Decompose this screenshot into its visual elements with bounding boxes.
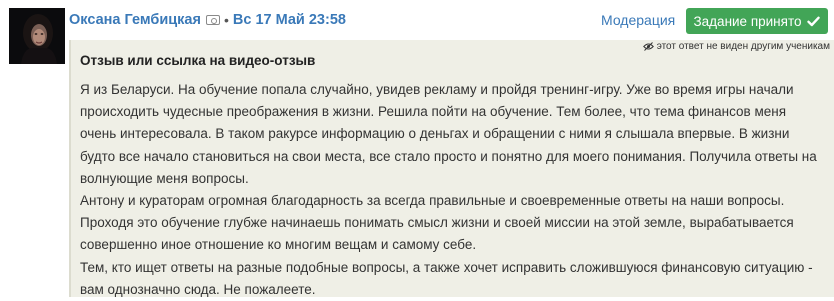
answer-paragraph: Я из Беларуси. На обучение попала случай…	[80, 82, 817, 186]
task-accepted-button[interactable]: Задание принято	[686, 8, 828, 34]
answer-text: Я из Беларуси. На обучение попала случай…	[80, 79, 820, 301]
answer-panel: этот ответ не виден другим ученикам Отзы…	[69, 40, 834, 297]
section-title: Отзыв или ссылка на видео-отзыв	[80, 53, 316, 68]
avatar-photo	[9, 8, 65, 64]
author-name[interactable]: Оксана Гембицкая	[69, 12, 201, 28]
post-date[interactable]: Вс 17 Май 23:58	[233, 12, 346, 28]
checkmark-icon	[807, 16, 821, 27]
answer-paragraph: Тем, кто ищет ответы на разные подобные …	[80, 259, 813, 297]
id-card-icon	[205, 15, 220, 25]
private-notice-text: этот ответ не виден другим ученикам	[656, 41, 830, 52]
avatar[interactable]	[9, 8, 65, 64]
accept-button-label: Задание принято	[693, 13, 802, 29]
eye-off-icon	[642, 42, 654, 51]
moderation-link[interactable]: Модерация	[601, 12, 675, 28]
private-notice: этот ответ не виден другим ученикам	[642, 41, 830, 52]
post-header: Оксана Гембицкая • Вс 17 Май 23:58	[69, 10, 346, 30]
answer-paragraph: Антону и кураторам огромная благодарност…	[80, 193, 794, 253]
separator-dot: •	[223, 12, 229, 28]
